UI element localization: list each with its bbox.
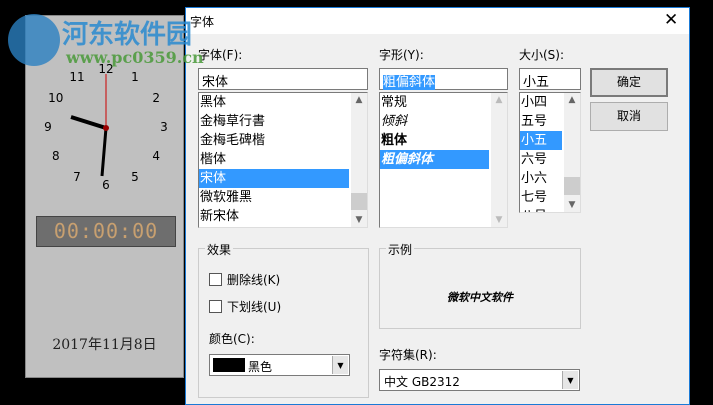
list-item[interactable]: 新宋体 [199,207,349,226]
list-item[interactable]: 粗体 [380,131,489,150]
sample-label: 示例 [386,241,415,258]
strikeout-checkbox[interactable] [209,273,222,286]
underline-checkbox[interactable] [209,300,222,313]
list-item[interactable]: 小六 [520,169,562,188]
color-label: 颜色(C): [209,332,255,346]
scroll-down-icon[interactable]: ▼ [564,200,580,210]
style-label: 字形(Y): [379,48,424,62]
list-item[interactable]: 常规 [380,93,489,112]
cancel-button[interactable]: 取消 [590,102,668,131]
watermark-name: 河东软件园 [62,20,193,50]
ok-button[interactable]: 确定 [590,68,668,97]
scroll-down-icon[interactable]: ▼ [351,215,367,225]
color-select[interactable]: 黑色 ▼ [209,354,350,376]
list-item[interactable]: 倾斜 [380,112,489,131]
clock-number: 8 [51,149,60,163]
watermark-url: www.pc0359.cn [66,48,204,67]
list-item[interactable]: 粗偏斜体 [380,150,489,169]
clock-number: 6 [102,178,110,192]
scrollbar[interactable]: ▲ ▼ [564,93,580,212]
clock-number: 11 [69,69,85,84]
size-list[interactable]: ▲▼ 小四五号小五六号小六七号八号 [519,92,581,213]
font-list[interactable]: ▲ ▼ 黑体 金梅草行書 金梅毛碑楷 楷体 宋体 微软雅黑 新宋体 [198,92,368,228]
list-item[interactable]: 八号 [520,207,562,212]
list-item[interactable]: 金梅毛碑楷 [199,131,349,150]
dialog-title: 字体 [190,15,215,29]
color-value: 黑色 [248,360,273,374]
title-bar: 字体 ✕ [186,8,689,34]
list-item[interactable]: 五号 [520,112,562,131]
size-label: 大小(S): [519,48,565,62]
sample-group: 示例 微软中文软件 [379,241,581,329]
effects-label: 效果 [205,241,234,258]
clock-number: 5 [131,170,139,185]
clock-number: 2 [152,91,161,105]
list-item[interactable]: 小四 [520,93,562,112]
clock-number: 4 [152,149,161,163]
clock-number: 7 [73,170,81,185]
size-input[interactable]: 小五 [519,68,581,90]
font-dialog: 字体 ✕ 字体(F): 宋体 ▲ ▼ 黑体 金梅草行書 金梅毛碑楷 楷体 宋体 微软雅黑 新宋… [185,7,690,405]
watermark-logo-icon [8,14,60,66]
charset-value: 中文 GB2312 [384,375,460,389]
charset-label: 字符集(R): [379,348,437,362]
clock-number: 1 [131,69,139,84]
font-label: 字体(F): [198,48,243,62]
scrollbar[interactable]: ▲ ▼ [351,93,367,227]
strikeout-label: 删除线(K) [227,273,281,287]
style-input-value: 粗偏斜体 [383,75,436,90]
scroll-down-icon[interactable]: ▼ [491,215,507,225]
clock-number: 10 [48,91,64,105]
chevron-down-icon[interactable]: ▼ [562,371,578,389]
color-swatch [213,358,245,372]
hour-hand [70,115,107,130]
list-item[interactable]: 黑体 [199,93,349,112]
scrollbar[interactable]: ▲ ▼ [491,93,507,227]
list-item[interactable]: 宋体 [199,169,349,188]
digital-time-display: 00:00:00 [36,216,176,247]
charset-select[interactable]: 中文 GB2312 ▼ [379,369,580,391]
scroll-up-icon[interactable]: ▲ [564,95,580,105]
style-input[interactable]: 粗偏斜体 [379,68,508,90]
list-item[interactable]: 七号 [520,188,562,207]
close-icon[interactable]: ✕ [664,10,678,30]
scroll-up-icon[interactable]: ▲ [491,95,507,105]
list-item[interactable]: 微软雅黑 [199,188,349,207]
list-item[interactable]: 楷体 [199,150,349,169]
clock-window: 12 1 2 3 4 5 6 7 8 9 10 11 00:00:00 2017年11月8日 [25,15,184,378]
scroll-thumb[interactable] [351,193,367,210]
scroll-up-icon[interactable]: ▲ [351,95,367,105]
clock-number: 9 [44,120,52,134]
list-item[interactable]: 金梅草行書 [199,112,349,131]
clock-number: 3 [160,120,168,134]
underline-label: 下划线(U) [227,300,282,314]
sample-text: 微软中文软件 [447,291,513,304]
clock-center [103,125,109,131]
chevron-down-icon[interactable]: ▼ [332,356,348,374]
effects-group: 效果 删除线(K) 下划线(U) 颜色(C): 黑色 ▼ [198,241,369,398]
date-label: 2017年11月8日 [52,337,157,353]
scroll-thumb[interactable] [564,177,580,195]
list-item[interactable]: 六号 [520,150,562,169]
style-list[interactable]: ▲ ▼ 常规 倾斜 粗体 粗偏斜体 [379,92,508,228]
list-item[interactable]: 小五 [520,131,562,150]
font-input[interactable]: 宋体 [198,68,368,90]
minute-hand [100,127,108,177]
